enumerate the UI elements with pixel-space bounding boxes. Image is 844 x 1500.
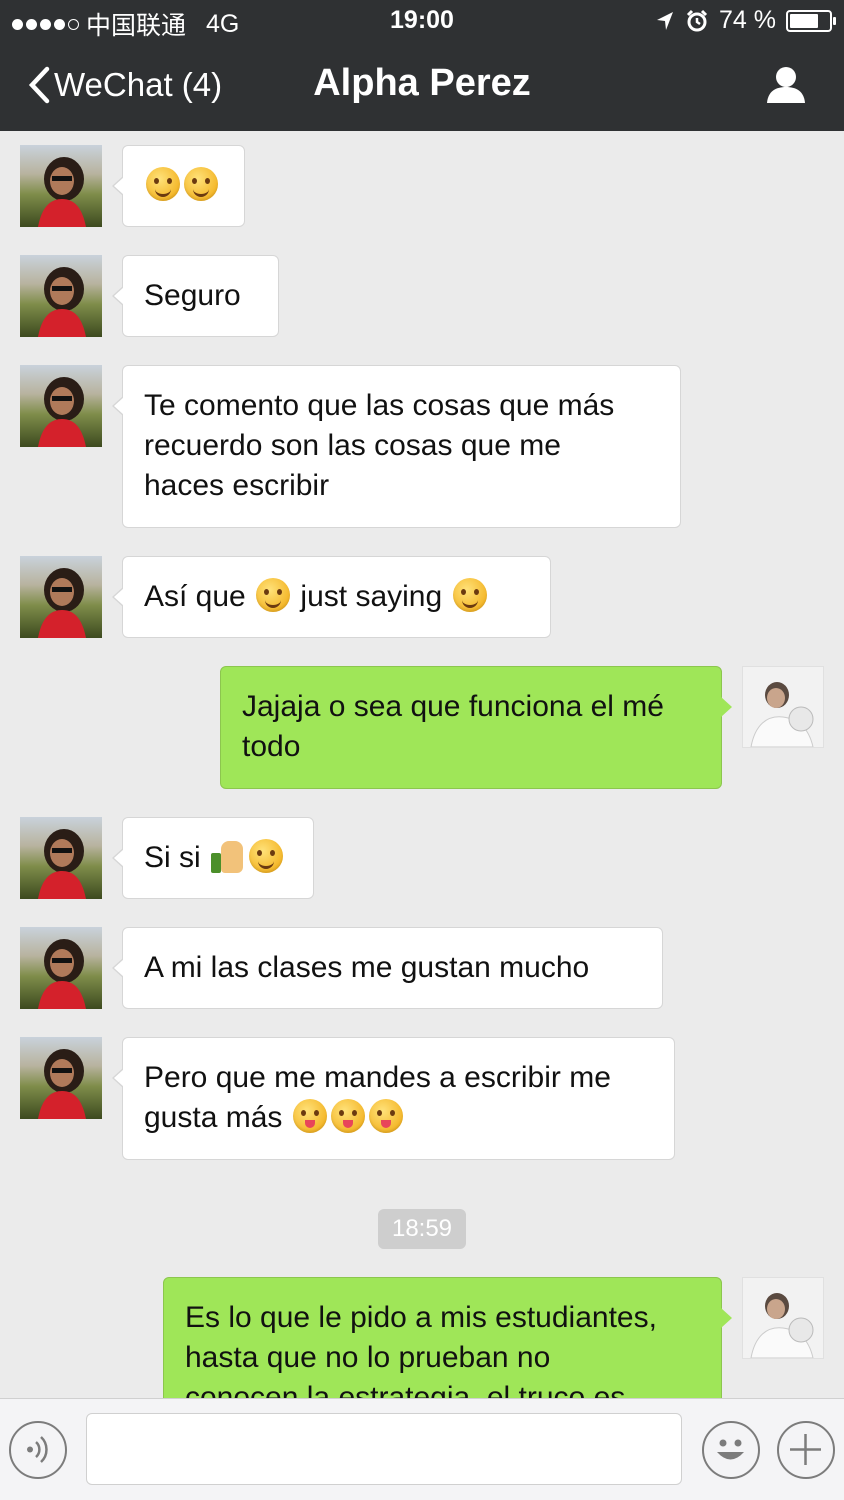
- message-line: Te comento que las cosas que más: [144, 389, 615, 422]
- contact-avatar[interactable]: [20, 145, 102, 227]
- message-text: Seguro: [144, 279, 241, 312]
- input-bar: [0, 1398, 844, 1500]
- message-line: conocen la estrategia, el truco es: [185, 1381, 626, 1398]
- message-text: Si si: [144, 841, 201, 874]
- outgoing-message[interactable]: Jajaja o sea que funciona el mé todo: [220, 666, 732, 789]
- tongue-wink-emoji-icon: [330, 1099, 365, 1133]
- message-line: Jajaja o sea que funciona el mé: [242, 690, 664, 723]
- status-right: 74 %: [655, 6, 836, 35]
- person-icon: [767, 67, 805, 103]
- incoming-message[interactable]: Si si: [112, 817, 314, 899]
- contact-avatar[interactable]: [20, 817, 102, 899]
- message-line: Es lo que le pido a mis estudiantes,: [185, 1301, 657, 1334]
- message-line: hasta que no lo prueban no: [185, 1341, 551, 1374]
- battery-fill: [790, 13, 819, 28]
- battery-icon: [786, 9, 836, 32]
- battery-percent: 74 %: [719, 6, 776, 34]
- location-arrow-icon: [657, 11, 674, 30]
- chat-area[interactable]: Seguro Te comento que las cosas que más …: [0, 131, 844, 1398]
- alarm-icon: [686, 9, 708, 31]
- chat-title: Alpha Perez: [313, 62, 531, 104]
- tongue-wink-emoji-icon: [292, 1099, 327, 1133]
- plus-button[interactable]: [777, 1421, 835, 1479]
- hug-emoji-icon: [452, 578, 487, 612]
- my-avatar[interactable]: [742, 666, 824, 748]
- incoming-message[interactable]: [112, 145, 245, 227]
- message-text: Así que: [144, 580, 246, 613]
- message-line: Pero que me mandes a escribir me: [144, 1061, 611, 1094]
- contact-avatar[interactable]: [20, 365, 102, 447]
- message-text: just saying: [300, 580, 443, 613]
- incoming-message[interactable]: Seguro: [112, 255, 279, 337]
- contact-avatar[interactable]: [20, 927, 102, 1009]
- message-line: gusta más: [144, 1101, 283, 1134]
- tongue-wink-emoji-icon: [368, 1099, 403, 1133]
- incoming-message[interactable]: Pero que me mandes a escribir me gusta m…: [112, 1037, 675, 1160]
- message-input[interactable]: [86, 1413, 682, 1485]
- blush-emoji-icon: [249, 839, 284, 873]
- contact-avatar[interactable]: [20, 255, 102, 337]
- voice-icon: [27, 1436, 48, 1463]
- top-bar: 中国联通 4G 19:00 74 % WeChat (4) Alpha Pere…: [0, 0, 844, 131]
- incoming-message[interactable]: Te comento que las cosas que más recuerd…: [112, 365, 681, 528]
- outgoing-message[interactable]: Es lo que le pido a mis estudiantes, has…: [163, 1277, 732, 1398]
- emoji-icon: [717, 1439, 744, 1460]
- plus-icon: [790, 1434, 821, 1465]
- nav-bar: WeChat (4) Alpha Perez: [0, 42, 844, 131]
- message-line: recuerdo son las cosas que me: [144, 429, 561, 462]
- incoming-message[interactable]: A mi las clases me gustan mucho: [112, 927, 663, 1009]
- emoji-button[interactable]: [702, 1421, 760, 1479]
- message-line: haces escribir: [144, 469, 330, 502]
- message-text: A mi las clases me gustan mucho: [144, 951, 590, 984]
- contact-avatar[interactable]: [20, 1037, 102, 1119]
- profile-button[interactable]: [766, 66, 806, 109]
- smile-emoji-icon: [146, 167, 180, 201]
- voice-button[interactable]: [9, 1421, 67, 1479]
- message-timestamp: 18:59: [378, 1209, 466, 1249]
- contact-avatar[interactable]: [20, 556, 102, 638]
- thumbs-up-emoji-icon: [211, 839, 245, 873]
- message-line: todo: [242, 730, 301, 763]
- wink-emoji-icon: [256, 578, 291, 612]
- blush-emoji-icon: [184, 167, 218, 201]
- status-bar: 中国联通 4G 19:00 74 %: [0, 0, 844, 42]
- my-avatar[interactable]: [742, 1277, 824, 1359]
- incoming-message[interactable]: Así que just saying: [112, 556, 551, 638]
